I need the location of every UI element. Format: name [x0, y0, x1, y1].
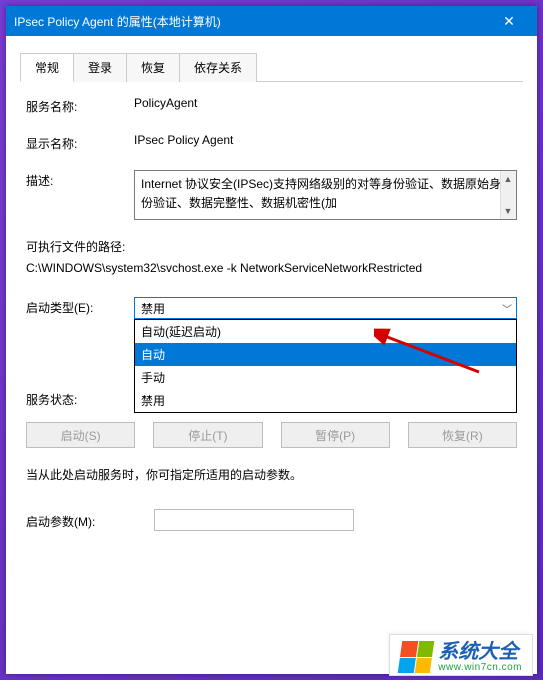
label-startup-type: 启动类型(E):: [26, 297, 134, 316]
tab-content-general: 服务名称: PolicyAgent 显示名称: IPsec Policy Age…: [20, 82, 523, 531]
startup-type-dropdown: 自动(延迟启动) 自动 手动 禁用: [134, 319, 517, 413]
resume-button[interactable]: 恢复(R): [408, 422, 517, 448]
label-service-name: 服务名称:: [26, 96, 134, 115]
chevron-down-icon: ﹀: [502, 301, 512, 316]
titlebar[interactable]: IPsec Policy Agent 的属性(本地计算机) ✕: [6, 6, 537, 36]
startup-option-manual[interactable]: 手动: [135, 366, 516, 389]
startup-params-note: 当从此处启动服务时，你可指定所适用的启动参数。: [26, 466, 517, 483]
label-display-name: 显示名称:: [26, 133, 134, 152]
watermark: 系统大全 www.win7cn.com: [389, 634, 533, 676]
description-textbox[interactable]: Internet 协议安全(IPSec)支持网络级别的对等身份验证、数据原始身份…: [134, 170, 517, 220]
pause-button[interactable]: 暂停(P): [281, 422, 390, 448]
description-text: Internet 协议安全(IPSec)支持网络级别的对等身份验证、数据原始身份…: [141, 177, 501, 210]
description-scrollbar[interactable]: ▲ ▼: [500, 171, 516, 219]
startup-option-auto[interactable]: 自动: [135, 343, 516, 366]
label-description: 描述:: [26, 170, 134, 189]
windows-logo-icon: [398, 641, 434, 673]
value-exe-path: C:\WINDOWS\system32\svchost.exe -k Netwo…: [26, 261, 517, 275]
startup-type-combobox[interactable]: 禁用 ﹀: [134, 297, 517, 319]
start-params-input[interactable]: [154, 509, 354, 531]
tab-strip: 常规 登录 恢复 依存关系: [20, 52, 523, 82]
startup-type-selected: 禁用: [141, 300, 165, 317]
startup-option-delayed[interactable]: 自动(延迟启动): [135, 320, 516, 343]
watermark-url: www.win7cn.com: [438, 662, 522, 673]
tab-dependencies[interactable]: 依存关系: [179, 53, 257, 82]
scroll-down-icon[interactable]: ▼: [500, 203, 516, 219]
titlebar-title: IPsec Policy Agent 的属性(本地计算机): [14, 13, 489, 30]
dialog-body: 常规 登录 恢复 依存关系 服务名称: PolicyAgent 显示名称: IP…: [6, 36, 537, 674]
label-start-params: 启动参数(M):: [26, 511, 154, 530]
tab-recovery[interactable]: 恢复: [126, 53, 180, 82]
tab-general[interactable]: 常规: [20, 53, 74, 82]
startup-option-disabled[interactable]: 禁用: [135, 389, 516, 412]
start-button[interactable]: 启动(S): [26, 422, 135, 448]
value-service-name: PolicyAgent: [134, 96, 517, 110]
label-service-status: 服务状态:: [26, 389, 134, 408]
label-exe-path: 可执行文件的路径:: [26, 238, 517, 255]
watermark-title: 系统大全: [438, 642, 522, 662]
stop-button[interactable]: 停止(T): [153, 422, 262, 448]
close-icon[interactable]: ✕: [489, 13, 529, 30]
properties-dialog: IPsec Policy Agent 的属性(本地计算机) ✕ 常规 登录 恢复…: [6, 6, 537, 674]
value-display-name: IPsec Policy Agent: [134, 133, 517, 147]
scroll-up-icon[interactable]: ▲: [500, 171, 516, 187]
tab-logon[interactable]: 登录: [73, 53, 127, 82]
